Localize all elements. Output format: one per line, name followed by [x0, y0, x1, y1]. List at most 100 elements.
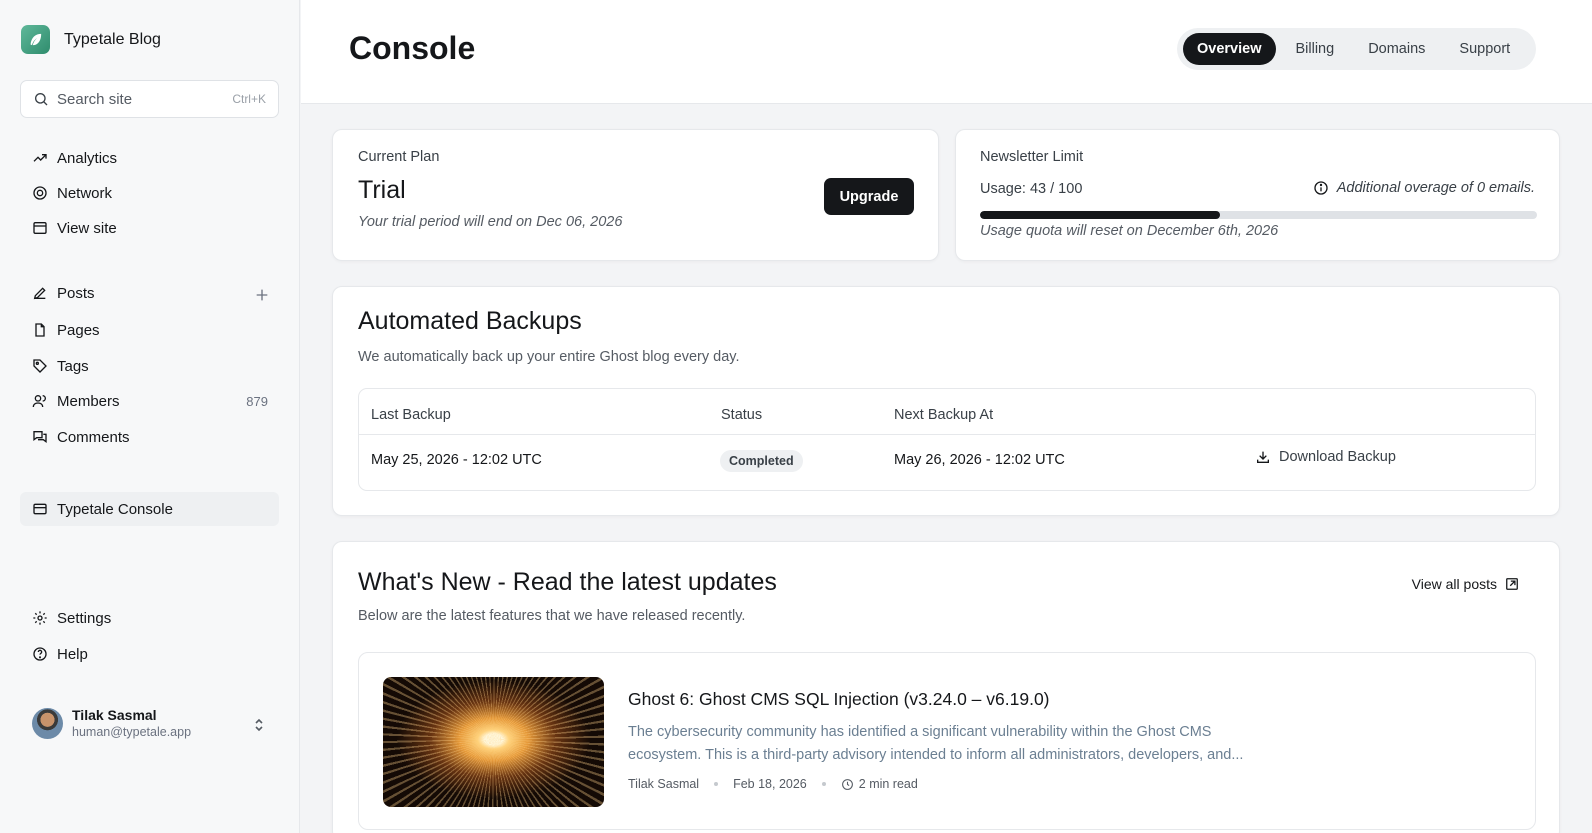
- gear-icon: [32, 610, 48, 626]
- post-title[interactable]: Ghost 6: Ghost CMS SQL Injection (v3.24.…: [628, 689, 1050, 710]
- sidebar-item-label: Network: [57, 184, 113, 202]
- post-card[interactable]: Ghost 6: Ghost CMS SQL Injection (v3.24.…: [358, 652, 1536, 830]
- overage-note: Additional overage of 0 emails.: [1313, 180, 1535, 196]
- sidebar: Typetale Blog Search site Ctrl+K Analyti…: [0, 0, 300, 833]
- search-icon: [33, 91, 49, 107]
- whats-new-card: What's New - Read the latest updates Bel…: [332, 541, 1560, 833]
- sidebar-item-pages[interactable]: Pages: [32, 319, 100, 341]
- browser-window-icon: [32, 220, 48, 236]
- tab-bar: Overview Billing Domains Support: [1177, 28, 1536, 70]
- sidebar-item-label: Settings: [57, 609, 112, 627]
- user-email: human@typetale.app: [72, 725, 192, 739]
- network-icon: [32, 185, 48, 201]
- page-title: Console: [349, 30, 476, 66]
- sidebar-item-label: Comments: [57, 428, 130, 446]
- sidebar-item-help[interactable]: Help: [32, 643, 88, 665]
- comments-icon: [32, 429, 48, 445]
- post-date: Feb 18, 2026: [733, 777, 807, 791]
- sidebar-item-label: Help: [57, 645, 88, 663]
- backups-title: Automated Backups: [358, 307, 582, 335]
- backups-subtitle: We automatically back up your entire Gho…: [358, 349, 740, 365]
- backups-table: Last Backup Status Next Backup At May 25…: [358, 388, 1536, 491]
- download-backup-label: Download Backup: [1279, 449, 1396, 465]
- sidebar-item-label: Pages: [57, 321, 100, 339]
- sidebar-item-label: Tags: [57, 357, 89, 375]
- post-thumbnail: [383, 677, 604, 807]
- card-icon: [32, 501, 48, 517]
- sidebar-item-comments[interactable]: Comments: [32, 426, 130, 448]
- page-header: Console Overview Billing Domains Support: [301, 0, 1592, 104]
- chevron-up-down-icon[interactable]: [253, 717, 265, 733]
- post-excerpt: The cybersecurity community has identifi…: [628, 724, 1244, 763]
- tab-support[interactable]: Support: [1445, 33, 1524, 65]
- sidebar-item-analytics[interactable]: Analytics: [32, 147, 117, 169]
- column-header-next-backup: Next Backup At: [894, 407, 994, 423]
- sidebar-item-network[interactable]: Network: [32, 182, 112, 204]
- next-backup-cell: May 26, 2026 - 12:02 UTC: [894, 452, 1065, 468]
- whats-new-title: What's New - Read the latest updates: [358, 568, 777, 596]
- sidebar-item-members[interactable]: Members 879: [32, 390, 268, 412]
- column-header-status: Status: [721, 407, 763, 423]
- external-link-icon: [1505, 577, 1519, 591]
- status-badge: Completed: [720, 450, 803, 472]
- user-name: Tilak Sasmal: [72, 707, 157, 723]
- sidebar-item-settings[interactable]: Settings: [32, 607, 111, 629]
- meta-separator: [821, 782, 826, 786]
- download-backup-button[interactable]: Download Backup: [1255, 449, 1396, 465]
- table-divider: [359, 434, 1535, 435]
- tab-overview[interactable]: Overview: [1183, 33, 1276, 65]
- sidebar-item-posts[interactable]: Posts: [32, 282, 95, 304]
- tab-billing[interactable]: Billing: [1282, 33, 1349, 65]
- post-author: Tilak Sasmal: [628, 777, 700, 791]
- avatar: [32, 707, 63, 739]
- post-meta: Tilak Sasmal Feb 18, 2026 2 min read: [628, 777, 918, 791]
- download-icon: [1255, 449, 1271, 465]
- view-all-posts-link[interactable]: View all posts: [1412, 576, 1519, 592]
- sidebar-item-tags[interactable]: Tags: [32, 355, 89, 377]
- clock-icon: [841, 778, 854, 791]
- whats-new-subtitle: Below are the latest features that we ha…: [358, 608, 746, 624]
- meta-separator: [714, 782, 719, 786]
- feather-logo-icon: [21, 25, 50, 54]
- tag-icon: [32, 358, 48, 374]
- sidebar-item-label: View site: [57, 219, 117, 237]
- search-placeholder: Search site: [57, 90, 133, 108]
- sidebar-item-label: Typetale Console: [57, 500, 173, 518]
- members-count: 879: [246, 393, 268, 409]
- sidebar-item-label: Members: [57, 392, 120, 410]
- help-icon: [32, 646, 48, 662]
- automated-backups-card: Automated Backups We automatically back …: [332, 286, 1560, 516]
- search-shortcut: Ctrl+K: [232, 92, 266, 106]
- brand[interactable]: Typetale Blog: [21, 25, 161, 54]
- plan-name: Trial: [358, 176, 406, 204]
- members-icon: [32, 393, 48, 409]
- post-read-time: 2 min read: [858, 777, 918, 791]
- reset-note: Usage quota will reset on December 6th, …: [980, 223, 1279, 239]
- info-icon: [1313, 180, 1329, 196]
- add-post-icon[interactable]: [254, 287, 270, 303]
- sidebar-item-label: Analytics: [57, 149, 118, 167]
- overage-text: Additional overage of 0 emails.: [1336, 180, 1535, 196]
- usage-progress-fill: [980, 211, 1220, 219]
- pen-icon: [32, 285, 48, 301]
- usage-text: Usage: 43 / 100: [980, 181, 1083, 197]
- search-input[interactable]: Search site Ctrl+K: [20, 80, 279, 118]
- last-backup-cell: May 25, 2026 - 12:02 UTC: [371, 452, 542, 468]
- upgrade-button[interactable]: Upgrade: [824, 178, 914, 215]
- trending-up-icon: [32, 150, 48, 166]
- sidebar-item-typetale-console[interactable]: Typetale Console: [20, 492, 279, 526]
- view-all-label: View all posts: [1411, 576, 1497, 592]
- plan-label: Current Plan: [358, 149, 440, 165]
- usage-progress-bar: [980, 211, 1537, 219]
- current-plan-card: Current Plan Trial Your trial period wil…: [332, 129, 939, 261]
- user-menu[interactable]: Tilak Sasmal human@typetale.app: [32, 707, 191, 739]
- trial-note: Your trial period will end on Dec 06, 20…: [358, 214, 623, 230]
- brand-name: Typetale Blog: [64, 30, 161, 48]
- column-header-last-backup: Last Backup: [371, 407, 451, 423]
- newsletter-limit-card: Newsletter Limit Usage: 43 / 100 Additio…: [955, 129, 1560, 261]
- sidebar-item-label: Posts: [57, 284, 95, 302]
- sidebar-item-view-site[interactable]: View site: [32, 217, 117, 239]
- tab-domains[interactable]: Domains: [1354, 33, 1439, 65]
- newsletter-label: Newsletter Limit: [980, 149, 1084, 165]
- page-icon: [32, 322, 48, 338]
